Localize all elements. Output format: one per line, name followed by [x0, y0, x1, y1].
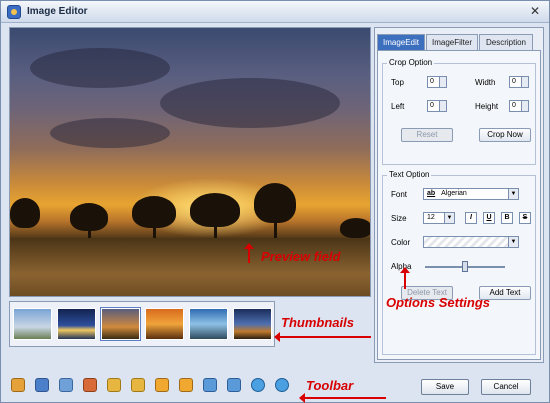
tree-shape	[254, 183, 296, 223]
chevron-down-icon: ▼	[508, 189, 518, 199]
top-label: Top	[391, 78, 404, 87]
cancel-button[interactable]: Cancel	[481, 379, 531, 395]
rotate-right-icon[interactable]	[131, 378, 145, 392]
preview-field-annotation: Preview field	[261, 249, 341, 264]
width-spinner[interactable]: 0	[509, 76, 529, 88]
reset-button[interactable]: Reset	[401, 128, 453, 142]
thumbnail[interactable]	[189, 308, 228, 340]
annotation-arrow	[244, 243, 254, 263]
font-value: Algerian	[441, 190, 467, 197]
window-title: Image Editor	[27, 6, 88, 17]
tree-shape	[340, 218, 370, 238]
tab-image-edit[interactable]: ImageEdit	[377, 34, 425, 50]
height-spinner[interactable]: 0	[509, 100, 529, 112]
left-spinner[interactable]: 0	[427, 100, 447, 112]
previous-icon[interactable]	[203, 378, 217, 392]
open-icon[interactable]	[11, 378, 25, 392]
size-select[interactable]: 12 ▼	[423, 212, 455, 224]
size-label: Size	[391, 214, 407, 223]
cloud-shape	[50, 118, 170, 148]
underline-button[interactable]: U	[483, 212, 495, 224]
options-panel: ImageEdit ImageFilter Description Crop O…	[374, 27, 544, 363]
thumbnail-strip	[9, 301, 275, 347]
text-option-title: Text Option	[387, 170, 432, 179]
close-icon[interactable]: ✕	[527, 4, 543, 20]
app-icon	[7, 5, 21, 19]
save-icon[interactable]	[35, 378, 49, 392]
tab-description[interactable]: Description	[479, 34, 533, 50]
crop-option-title: Crop Option	[387, 58, 435, 67]
annotation-arrow	[400, 267, 410, 289]
color-select[interactable]: ▼	[423, 236, 519, 248]
tab-content: Crop Option Top 0 Width 0 Left 0 Height …	[377, 50, 541, 360]
flip-horizontal-icon[interactable]	[155, 378, 169, 392]
toolbar	[9, 375, 299, 397]
zoom-out-icon[interactable]	[275, 378, 289, 392]
thumbnail[interactable]	[100, 307, 141, 341]
options-settings-annotation: Options Settings	[386, 295, 490, 310]
save-button[interactable]: Save	[421, 379, 469, 395]
cloud-shape	[160, 78, 340, 128]
color-label: Color	[391, 238, 411, 247]
crop-option-group: Crop Option Top 0 Width 0 Left 0 Height …	[382, 58, 536, 165]
crop-now-button[interactable]: Crop Now	[479, 128, 531, 142]
height-label: Height	[475, 102, 499, 111]
chevron-down-icon: ▼	[508, 237, 518, 247]
grass-field	[10, 238, 370, 296]
width-label: Width	[475, 78, 496, 87]
strikethrough-button[interactable]: S	[519, 212, 531, 224]
bold-button[interactable]: B	[501, 212, 513, 224]
italic-button[interactable]: I	[465, 212, 477, 224]
top-spinner[interactable]: 0	[427, 76, 447, 88]
left-label: Left	[391, 102, 405, 111]
font-label: Font	[391, 190, 408, 199]
zoom-in-icon[interactable]	[251, 378, 265, 392]
tree-shape	[190, 193, 240, 227]
image-editor-window: Image Editor ✕ Preview field Thumbnails	[0, 0, 550, 403]
flip-vertical-icon[interactable]	[179, 378, 193, 392]
tree-shape	[10, 198, 40, 228]
rotate-left-icon[interactable]	[107, 378, 121, 392]
alpha-slider-thumb[interactable]	[462, 261, 468, 272]
thumbnail[interactable]	[233, 308, 272, 340]
thumbnail[interactable]	[13, 308, 52, 340]
toolbar-annotation: Toolbar	[306, 378, 354, 393]
size-value: 12	[427, 214, 435, 221]
thumbnail[interactable]	[145, 308, 184, 340]
text-option-group: Text Option Font ab Algerian ▼ Size 12 ▼…	[382, 170, 536, 355]
chevron-down-icon: ▼	[444, 213, 454, 223]
annotation-arrow	[274, 332, 371, 342]
font-sample-icon: ab	[427, 190, 436, 197]
thumbnails-annotation: Thumbnails	[281, 315, 354, 330]
crop-icon[interactable]	[59, 378, 73, 392]
cloud-shape	[30, 48, 170, 88]
title-bar: Image Editor ✕	[1, 1, 549, 23]
annotation-arrow	[299, 393, 386, 403]
resize-icon[interactable]	[83, 378, 97, 392]
thumbnail[interactable]	[57, 308, 96, 340]
next-icon[interactable]	[227, 378, 241, 392]
font-select[interactable]: ab Algerian ▼	[423, 188, 519, 200]
tab-image-filter[interactable]: ImageFilter	[426, 34, 478, 50]
tab-bar: ImageEdit ImageFilter Description	[377, 34, 541, 50]
